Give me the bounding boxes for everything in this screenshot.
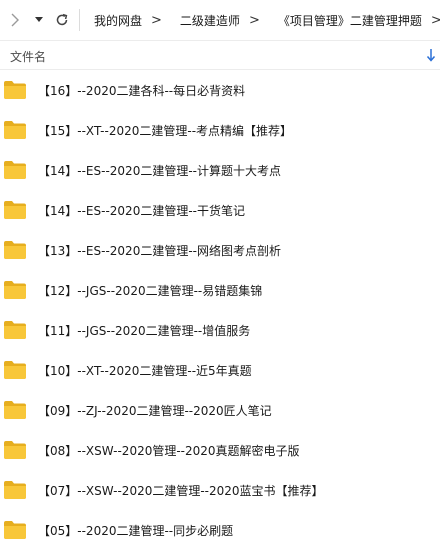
folder-icon bbox=[4, 81, 26, 99]
folder-icon bbox=[4, 441, 26, 459]
file-list: 【16】--2020二建各科--每日必背资料【15】--XT--2020二建管理… bbox=[0, 70, 440, 544]
refresh-icon bbox=[56, 13, 68, 26]
file-name: 【14】--ES--2020二建管理--计算题十大考点 bbox=[38, 163, 281, 178]
toolbar: 我的网盘 > 二级建造师 > 《项目管理》二建管理押题 > bbox=[0, 0, 440, 40]
breadcrumb-item-current[interactable]: 《项目管理》二建管理押题 bbox=[264, 12, 427, 29]
file-name: 【08】--XSW--2020管理--2020真题解密电子版 bbox=[38, 443, 300, 458]
column-header-name[interactable]: 文件名 bbox=[10, 48, 46, 65]
folder-icon bbox=[4, 121, 26, 139]
file-name: 【12】--JGS--2020二建管理--易错题集锦 bbox=[38, 283, 263, 298]
folder-icon bbox=[4, 481, 26, 499]
back-button[interactable] bbox=[2, 8, 28, 32]
list-item[interactable]: 【10】--XT--2020二建管理--近5年真题 bbox=[0, 350, 440, 390]
list-item[interactable]: 【14】--ES--2020二建管理--计算题十大考点 bbox=[0, 150, 440, 190]
list-item[interactable]: 【16】--2020二建各科--每日必背资料 bbox=[0, 70, 440, 110]
history-dropdown[interactable] bbox=[31, 8, 47, 32]
file-name: 【07】--XSW--2020二建管理--2020蓝宝书【推荐】 bbox=[38, 483, 324, 498]
chevron-right-icon bbox=[11, 13, 19, 27]
folder-icon bbox=[4, 361, 26, 379]
folder-icon bbox=[4, 521, 26, 539]
folder-icon bbox=[4, 201, 26, 219]
file-name: 【11】--JGS--2020二建管理--增值服务 bbox=[38, 323, 251, 338]
breadcrumb-separator: > bbox=[248, 12, 260, 28]
list-item[interactable]: 【05】--2020二建管理--同步必刷题 bbox=[0, 510, 440, 544]
breadcrumb-item-root[interactable]: 我的网盘 bbox=[80, 12, 147, 29]
list-item[interactable]: 【13】--ES--2020二建管理--网络图考点剖析 bbox=[0, 230, 440, 270]
file-name: 【15】--XT--2020二建管理--考点精编【推荐】 bbox=[38, 123, 293, 138]
folder-icon bbox=[4, 321, 26, 339]
list-item[interactable]: 【09】--ZJ--2020二建管理--2020匠人笔记 bbox=[0, 390, 440, 430]
list-item[interactable]: 【07】--XSW--2020二建管理--2020蓝宝书【推荐】 bbox=[0, 470, 440, 510]
list-item[interactable]: 【12】--JGS--2020二建管理--易错题集锦 bbox=[0, 270, 440, 310]
file-name: 【10】--XT--2020二建管理--近5年真题 bbox=[38, 363, 252, 378]
breadcrumb-item-folder[interactable]: 二级建造师 bbox=[166, 12, 245, 29]
list-item[interactable]: 【14】--ES--2020二建管理--干货笔记 bbox=[0, 190, 440, 230]
folder-icon bbox=[4, 401, 26, 419]
chevron-down-icon bbox=[35, 17, 43, 22]
file-name: 【09】--ZJ--2020二建管理--2020匠人笔记 bbox=[38, 403, 272, 418]
file-name: 【13】--ES--2020二建管理--网络图考点剖析 bbox=[38, 243, 281, 258]
file-name: 【16】--2020二建各科--每日必背资料 bbox=[38, 83, 246, 98]
list-item[interactable]: 【15】--XT--2020二建管理--考点精编【推荐】 bbox=[0, 110, 440, 150]
folder-icon bbox=[4, 241, 26, 259]
column-header: 文件名 bbox=[0, 40, 440, 70]
list-item[interactable]: 【11】--JGS--2020二建管理--增值服务 bbox=[0, 310, 440, 350]
file-name: 【14】--ES--2020二建管理--干货笔记 bbox=[38, 203, 245, 218]
folder-icon bbox=[4, 281, 26, 299]
file-name: 【05】--2020二建管理--同步必刷题 bbox=[38, 523, 234, 538]
list-item[interactable]: 【08】--XSW--2020管理--2020真题解密电子版 bbox=[0, 430, 440, 470]
breadcrumb: 我的网盘 > 二级建造师 > 《项目管理》二建管理押题 > bbox=[80, 0, 440, 40]
refresh-button[interactable] bbox=[50, 8, 74, 32]
folder-icon bbox=[4, 161, 26, 179]
breadcrumb-separator: > bbox=[430, 12, 440, 28]
breadcrumb-separator: > bbox=[151, 12, 162, 28]
sort-arrow-down-icon[interactable] bbox=[426, 47, 436, 66]
